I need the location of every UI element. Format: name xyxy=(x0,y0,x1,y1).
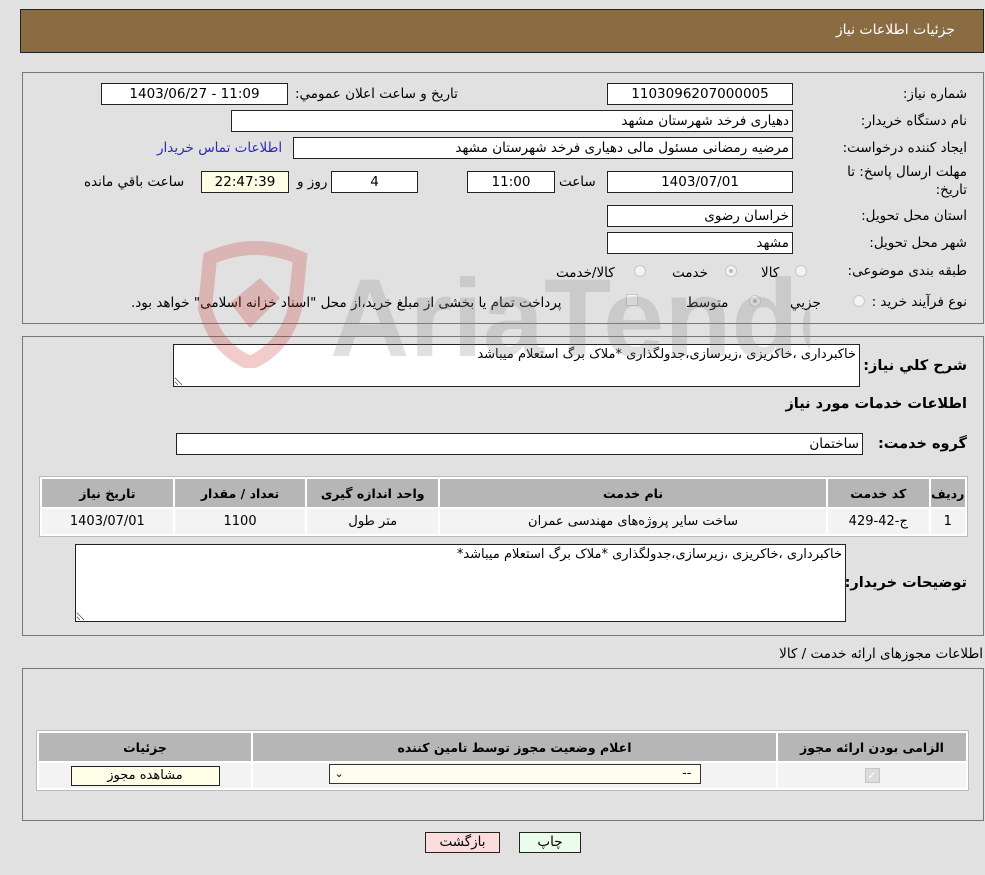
province-label: استان محل تحویل: xyxy=(861,208,967,224)
page-header: جزئیات اطلاعات نیاز xyxy=(20,9,984,53)
cell-quantity: 1100 xyxy=(174,509,306,534)
chevron-down-icon: ⌄ xyxy=(334,766,344,780)
buyer-contact-link[interactable]: اطلاعات تماس خریدار xyxy=(157,140,282,156)
treasury-checkbox[interactable] xyxy=(626,294,638,306)
col-need-date: تاریخ نیاز xyxy=(42,479,173,507)
col-permit-required: الزامی بودن ارائه مجوز xyxy=(778,733,966,761)
summary-textarea[interactable] xyxy=(173,344,860,387)
cell-service-name: ساخت سایر پروژه‌های مهندسی عمران xyxy=(440,509,826,534)
summary-label: شرح کلي نیاز: xyxy=(863,358,967,374)
cell-permit-details: مشاهده مجوز xyxy=(39,763,251,788)
col-unit: واحد اندازه گیری xyxy=(307,479,439,507)
days-remaining-field: 4 xyxy=(331,171,418,193)
process-option-minor: جزیي xyxy=(790,295,821,311)
back-button[interactable]: بازگشت xyxy=(425,832,500,853)
permit-status-value: -- xyxy=(682,765,692,781)
process-radio-minor[interactable] xyxy=(853,295,865,307)
table-row: ✓ -- ⌄ مشاهده مجوز xyxy=(39,763,966,788)
category-option-service: خدمت xyxy=(672,265,708,281)
creator-field: مرضیه رمضانی مسئول مالی دهیاری فرخد شهرس… xyxy=(293,137,793,159)
category-radio-service[interactable] xyxy=(725,265,737,277)
cell-row-number: 1 xyxy=(930,509,965,534)
category-radio-goods[interactable] xyxy=(795,265,807,277)
city-label: شهر محل تحویل: xyxy=(869,235,967,251)
announce-date-field: 1403/06/27 - 11:09 xyxy=(101,83,288,105)
permits-table-wrapper: الزامی بودن ارائه مجوز اعلام وضعیت مجوز … xyxy=(36,730,969,791)
col-permit-status: اعلام وضعیت مجوز توسط تامین کننده xyxy=(253,733,776,761)
services-table-header: ردیف کد خدمت نام خدمت واحد اندازه گیری ت… xyxy=(42,479,965,507)
need-number-label: شماره نیاز: xyxy=(902,86,967,102)
services-section-title: اطلاعات خدمات مورد نیاز xyxy=(785,396,967,412)
print-button[interactable]: چاپ xyxy=(519,832,581,853)
cell-permit-required: ✓ xyxy=(778,763,966,788)
permits-table: الزامی بودن ارائه مجوز اعلام وضعیت مجوز … xyxy=(36,730,969,791)
cell-permit-status: -- ⌄ xyxy=(253,763,776,788)
service-group-field: ساختمان xyxy=(176,433,863,455)
permits-section-title: اطلاعات مجوزهای ارائه خدمت / کالا xyxy=(779,646,983,662)
process-type-label: نوع فرآیند خرید : xyxy=(871,294,967,310)
days-label: روز و xyxy=(297,174,328,190)
process-radio-medium[interactable] xyxy=(749,295,761,307)
col-service-code: کد خدمت xyxy=(827,479,929,507)
deadline-date-field: 1403/07/01 xyxy=(607,171,793,193)
permit-required-checkbox[interactable]: ✓ xyxy=(864,768,880,783)
remaining-time-field: 22:47:39 xyxy=(201,171,289,193)
category-option-goods-service: کالا/خدمت xyxy=(556,265,615,281)
service-group-label: گروه خدمت: xyxy=(877,436,967,452)
buyer-org-label: نام دستگاه خریدار: xyxy=(860,113,967,129)
need-number-field: 1103096207000005 xyxy=(607,83,793,105)
view-permit-button[interactable]: مشاهده مجوز xyxy=(70,765,220,786)
creator-label: ایجاد کننده درخواست: xyxy=(842,140,967,156)
deadline-time-label: ساعت xyxy=(559,174,596,190)
col-service-name: نام خدمت xyxy=(440,479,826,507)
buyer-notes-textarea[interactable] xyxy=(75,544,846,622)
services-table-wrapper: ردیف کد خدمت نام خدمت واحد اندازه گیری ت… xyxy=(39,476,968,537)
col-quantity: تعداد / مقدار xyxy=(174,479,306,507)
category-option-goods: کالا xyxy=(761,265,780,281)
category-label: طبقه بندی موضوعی: xyxy=(847,263,967,279)
remaining-time-label: ساعت باقي مانده xyxy=(84,174,185,190)
permit-status-select[interactable]: -- ⌄ xyxy=(328,763,701,784)
permits-table-header: الزامی بودن ارائه مجوز اعلام وضعیت مجوز … xyxy=(39,733,966,761)
announce-date-label: تاریخ و ساعت اعلان عمومي: xyxy=(295,86,458,102)
services-table: ردیف کد خدمت نام خدمت واحد اندازه گیری ت… xyxy=(39,476,968,537)
deadline-label-line1: مهلت ارسال پاسخ: تا xyxy=(847,164,967,180)
cell-unit: متر طول xyxy=(307,509,439,534)
category-radio-goods-service[interactable] xyxy=(634,265,646,277)
col-permit-details: جزئیات xyxy=(39,733,251,761)
deadline-label-line2: تاریخ: xyxy=(935,182,967,198)
deadline-time-field: 11:00 xyxy=(467,171,555,193)
table-row: 1 ج-42-429 ساخت سایر پروژه‌های مهندسی عم… xyxy=(42,509,965,534)
buyer-notes-label: توضیحات خریدار: xyxy=(844,575,967,591)
process-option-medium: متوسط xyxy=(686,295,729,311)
city-field: مشهد xyxy=(607,232,793,254)
cell-service-code: ج-42-429 xyxy=(827,509,929,534)
col-row-number: ردیف xyxy=(930,479,965,507)
buyer-org-field: دهیاری فرخد شهرستان مشهد xyxy=(231,110,793,132)
cell-need-date: 1403/07/01 xyxy=(42,509,173,534)
province-field: خراسان رضوی xyxy=(607,205,793,227)
page-title: جزئیات اطلاعات نیاز xyxy=(835,22,955,38)
treasury-checkbox-label: پرداخت تمام یا بخشی از مبلغ خرید،از محل … xyxy=(131,295,562,311)
